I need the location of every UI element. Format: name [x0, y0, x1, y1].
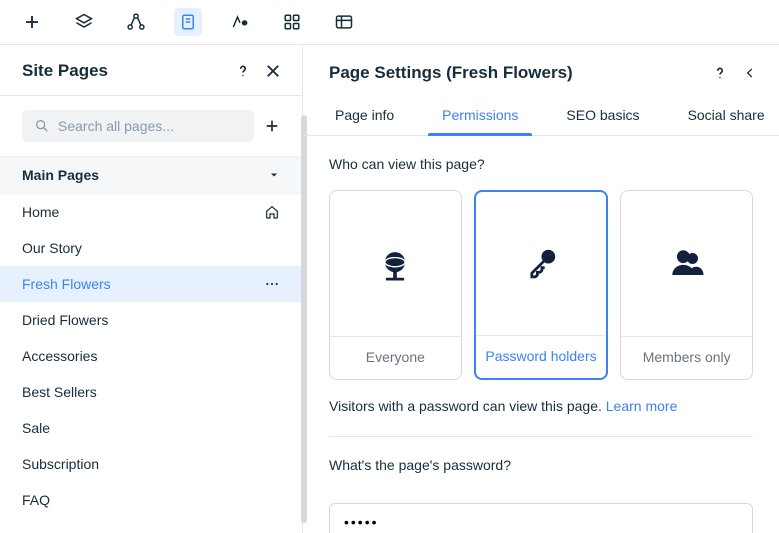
page-item-label: Dried Flowers [22, 312, 108, 328]
toolbar-layers-icon[interactable] [70, 8, 98, 36]
page-list: Home Our Story Fresh Flowers Dried Flowers A… [0, 194, 302, 533]
permission-question: Who can view this page? [329, 156, 753, 172]
toolbar-data-icon[interactable] [330, 8, 358, 36]
permission-option-password-holders[interactable]: Password holders [474, 190, 609, 380]
page-item-label: Fresh Flowers [22, 276, 111, 292]
permission-hint: Visitors with a password can view this p… [329, 398, 753, 414]
help-icon[interactable] [234, 62, 252, 80]
page-item-label: Sale [22, 420, 50, 436]
tab-permissions[interactable]: Permissions [418, 97, 542, 135]
add-page-icon[interactable] [264, 118, 284, 134]
page-item[interactable]: Our Story [0, 230, 302, 266]
more-icon[interactable] [264, 276, 280, 292]
page-item[interactable]: Accessories [0, 338, 302, 374]
page-item-label: FAQ [22, 492, 50, 508]
site-pages-panel: Site Pages Main Pages [0, 45, 303, 533]
key-icon [519, 192, 563, 335]
search-input-wrapper[interactable] [22, 110, 254, 142]
settings-tabs: Page infoPermissionsSEO basicsSocial sha… [303, 97, 779, 136]
page-item[interactable]: Sale [0, 410, 302, 446]
chevron-down-icon [268, 169, 280, 181]
divider [329, 436, 753, 437]
page-item[interactable]: Best Sellers [0, 374, 302, 410]
tab-seo-basics[interactable]: SEO basics [542, 97, 663, 135]
settings-title: Page Settings (Fresh Flowers) [329, 63, 573, 83]
page-item[interactable]: Subscription [0, 446, 302, 482]
page-item-label: Our Story [22, 240, 82, 256]
permission-option-everyone[interactable]: Everyone [329, 190, 462, 380]
close-icon[interactable] [264, 62, 282, 80]
toolbar-structure-icon[interactable] [122, 8, 150, 36]
option-label: Password holders [476, 335, 607, 378]
page-item-label: Best Sellers [22, 384, 97, 400]
learn-more-link[interactable]: Learn more [606, 398, 678, 414]
help-icon[interactable] [711, 64, 729, 82]
page-item-label: Home [22, 204, 59, 220]
toolbar-apps-icon[interactable] [278, 8, 306, 36]
option-label: Everyone [330, 336, 461, 379]
password-label: What's the page's password? [329, 457, 753, 473]
page-item[interactable]: Dried Flowers [0, 302, 302, 338]
permission-options: Everyone Password holders Members only [329, 190, 753, 380]
collapse-icon[interactable] [743, 66, 757, 80]
password-input[interactable] [329, 503, 753, 533]
page-item-label: Subscription [22, 456, 99, 472]
search-icon [34, 118, 50, 134]
page-item[interactable]: Home [0, 194, 302, 230]
toolbar-add-icon[interactable] [18, 8, 46, 36]
members-icon [665, 191, 709, 336]
tab-page-info[interactable]: Page info [311, 97, 418, 135]
main-pages-section[interactable]: Main Pages [0, 156, 302, 194]
tab-social-share[interactable]: Social share [664, 97, 779, 135]
section-title: Main Pages [22, 167, 99, 183]
globe-icon [373, 191, 417, 336]
page-settings-panel: Page Settings (Fresh Flowers) Page infoP… [303, 45, 779, 533]
page-item[interactable]: FAQ [0, 482, 302, 518]
toolbar-page-icon[interactable] [174, 8, 202, 36]
page-item[interactable]: Fresh Flowers [0, 266, 302, 302]
page-item-label: Accessories [22, 348, 97, 364]
search-input[interactable] [58, 118, 242, 134]
option-label: Members only [621, 336, 752, 379]
toolbar-design-icon[interactable] [226, 8, 254, 36]
permission-option-members-only[interactable]: Members only [620, 190, 753, 380]
top-toolbar [0, 0, 779, 45]
home-icon [264, 204, 280, 220]
panel-title: Site Pages [22, 61, 108, 81]
scrollbar[interactable] [301, 115, 307, 523]
